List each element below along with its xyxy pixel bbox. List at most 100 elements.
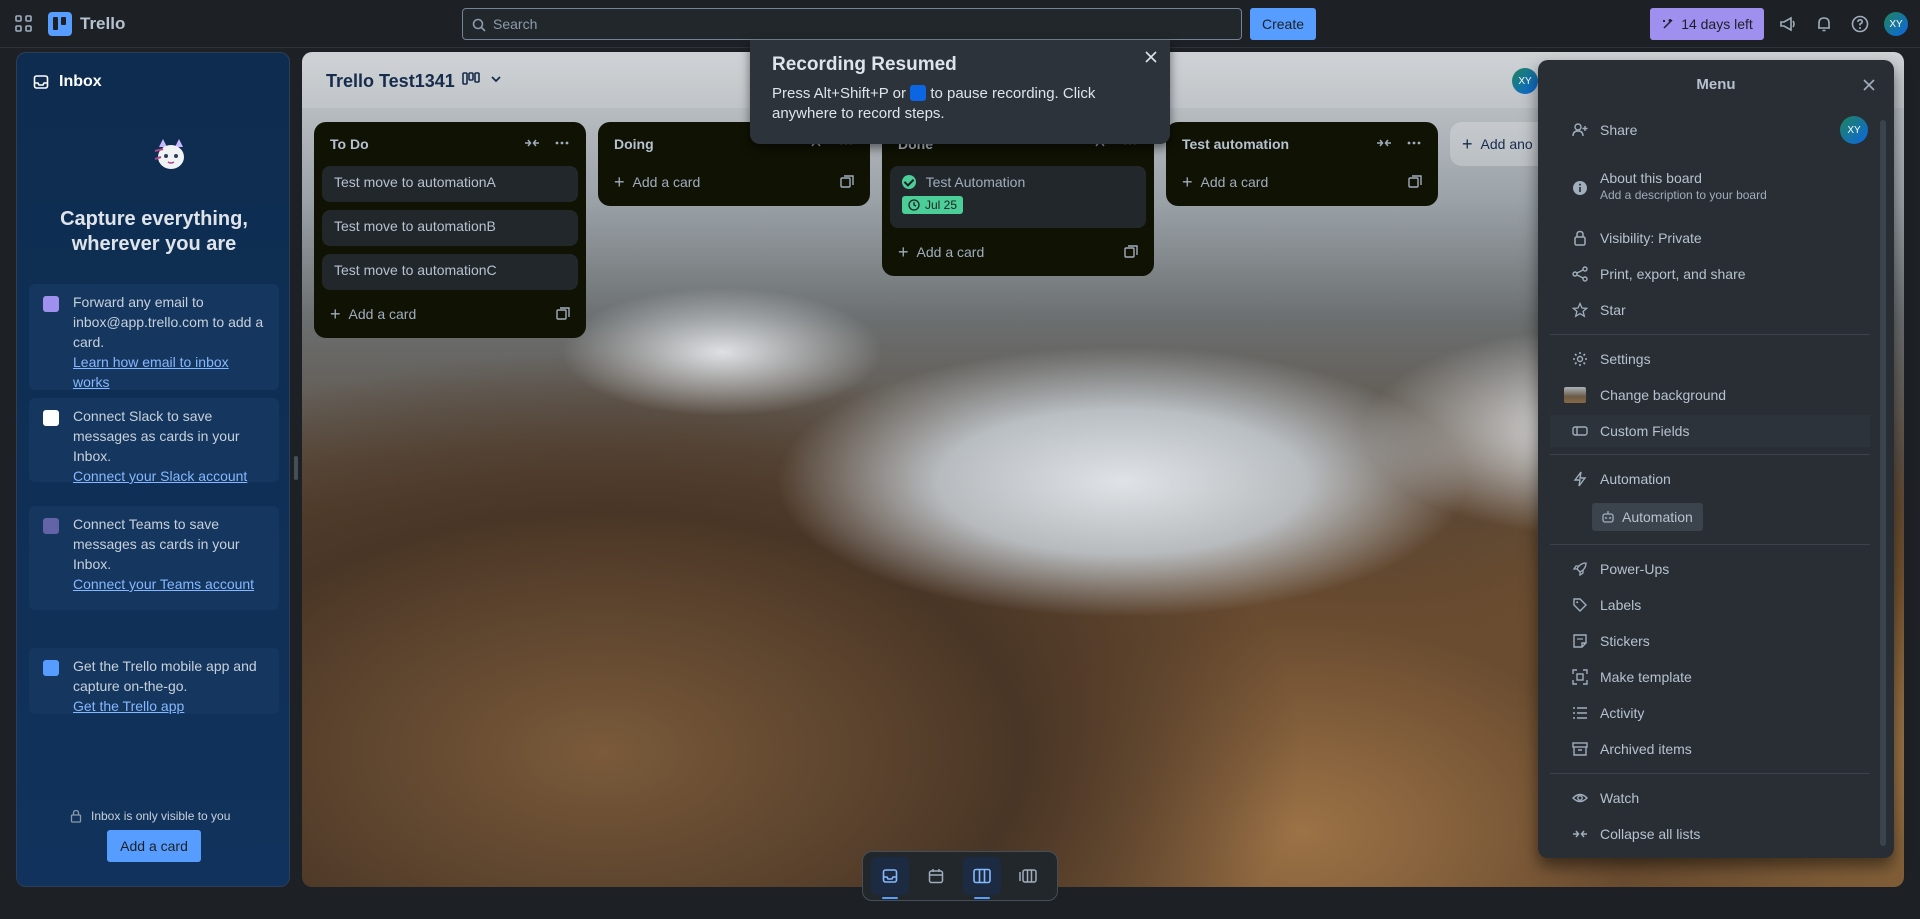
- menu-share[interactable]: Share: [1550, 114, 1870, 146]
- connect-slack-link[interactable]: Connect your Slack account: [73, 466, 269, 486]
- search-placeholder: Search: [493, 16, 538, 32]
- create-from-template-icon[interactable]: [556, 307, 570, 321]
- menu-change-background[interactable]: Change background: [1550, 379, 1870, 411]
- create-from-template-icon[interactable]: [1408, 175, 1422, 189]
- board-member-avatar[interactable]: XY: [1512, 68, 1538, 94]
- inbox-card-text: Connect Teams to save messages as cards …: [73, 516, 240, 572]
- menu-watch[interactable]: Watch: [1550, 782, 1870, 814]
- menu-member-avatar[interactable]: XY: [1840, 116, 1868, 144]
- lock-icon: [1574, 230, 1586, 246]
- collapse-list-icon[interactable]: [524, 135, 540, 151]
- add-card-button[interactable]: + Add a card: [890, 236, 1146, 268]
- custom-fields-icon: [1572, 426, 1588, 436]
- list-more-icon[interactable]: [554, 135, 570, 151]
- plus-icon: +: [1182, 172, 1193, 192]
- search-input[interactable]: Search: [462, 8, 1242, 40]
- sparkle-icon: [1663, 19, 1673, 29]
- add-card-button[interactable]: + Add a card: [322, 298, 578, 330]
- learn-email-link[interactable]: Learn how email to inbox works: [73, 352, 269, 392]
- list-done: Done Test Automation Jul 25 + Add a card: [882, 122, 1154, 276]
- completed-check-icon[interactable]: [902, 175, 916, 189]
- menu-visibility[interactable]: Visibility: Private: [1550, 222, 1870, 254]
- list-title[interactable]: Doing: [614, 136, 654, 152]
- switch-boards-icon: [1019, 869, 1037, 883]
- board-view-switcher[interactable]: [462, 72, 502, 86]
- menu-archived-items[interactable]: Archived items: [1550, 733, 1870, 765]
- inbox-privacy-note: Inbox is only visible to you: [69, 809, 230, 823]
- bottom-view-switcher: [862, 851, 1058, 901]
- rocket-icon: [1572, 562, 1587, 577]
- menu-automation[interactable]: Automation: [1550, 463, 1870, 495]
- notifications-bell-icon[interactable]: [1814, 14, 1834, 34]
- menu-make-template[interactable]: Make template: [1550, 661, 1870, 693]
- help-icon[interactable]: [1850, 14, 1870, 34]
- calendar-icon: [928, 869, 944, 884]
- inbox-add-card-button[interactable]: Add a card: [107, 830, 201, 862]
- planner-toggle-button[interactable]: [917, 857, 955, 895]
- card[interactable]: Test move to automationC: [322, 254, 578, 290]
- create-from-template-icon[interactable]: [1124, 245, 1138, 259]
- card[interactable]: Test move to automationA: [322, 166, 578, 202]
- search-icon: [472, 18, 486, 32]
- board-title[interactable]: Trello Test1341: [326, 71, 455, 92]
- menu-stickers[interactable]: Stickers: [1550, 625, 1870, 657]
- plus-icon: +: [330, 304, 341, 324]
- app-name: Trello: [80, 14, 126, 33]
- menu-labels[interactable]: Labels: [1550, 589, 1870, 621]
- get-app-link[interactable]: Get the Trello app: [73, 696, 269, 716]
- menu-scrollbar[interactable]: [1880, 120, 1886, 846]
- trello-logo[interactable]: Trello: [48, 12, 125, 36]
- board-toggle-button[interactable]: [963, 857, 1001, 899]
- menu-power-ups[interactable]: Power-Ups: [1550, 553, 1870, 585]
- menu-collapse-all-lists[interactable]: Collapse all lists: [1550, 818, 1870, 850]
- automation-button[interactable]: Automation: [1592, 503, 1703, 531]
- list-title[interactable]: Test automation: [1182, 136, 1289, 152]
- connect-teams-link[interactable]: Connect your Teams account: [73, 574, 269, 594]
- plus-icon: +: [614, 172, 625, 192]
- due-date-badge[interactable]: Jul 25: [902, 196, 964, 214]
- trial-label: 14 days left: [1681, 16, 1753, 32]
- app-switcher-icon[interactable]: [14, 14, 34, 34]
- board-menu-panel: Menu Share XY About this board Add a des…: [1538, 60, 1894, 858]
- inbox-card-text: Forward any email to inbox@app.trello.co…: [73, 294, 264, 350]
- menu-custom-fields[interactable]: Custom Fields: [1550, 415, 1870, 447]
- user-avatar[interactable]: XY: [1884, 12, 1908, 36]
- inbox-toggle-button[interactable]: [871, 857, 909, 899]
- inbox-resize-handle[interactable]: [294, 456, 298, 480]
- add-card-button[interactable]: + Add a card: [606, 166, 862, 198]
- menu-about-board[interactable]: About this board Add a description to yo…: [1550, 166, 1870, 210]
- email-icon: [43, 296, 59, 312]
- inbox-mascot-icon: [154, 139, 184, 169]
- close-icon[interactable]: [1862, 78, 1876, 92]
- card-title: Test Automation: [925, 174, 1026, 190]
- inbox-teams-card: Connect Teams to save messages as cards …: [29, 506, 279, 610]
- close-icon[interactable]: [1144, 50, 1158, 64]
- completed-card[interactable]: Test Automation Jul 25: [890, 166, 1146, 228]
- inbox-title: Inbox: [59, 73, 102, 90]
- sticker-icon: [1573, 634, 1587, 648]
- create-from-template-icon[interactable]: [840, 175, 854, 189]
- create-button[interactable]: Create: [1250, 8, 1317, 40]
- card[interactable]: Test move to automationB: [322, 210, 578, 246]
- menu-print-export[interactable]: Print, export, and share: [1550, 258, 1870, 290]
- menu-star[interactable]: Star: [1550, 294, 1870, 326]
- plus-icon: +: [1462, 133, 1473, 154]
- recording-toast[interactable]: Recording Resumed Press Alt+Shift+P or t…: [750, 40, 1170, 144]
- trial-button[interactable]: 14 days left: [1650, 8, 1764, 40]
- inbox-panel: Inbox Capture everything, wherever you a…: [16, 52, 290, 887]
- menu-activity[interactable]: Activity: [1550, 697, 1870, 729]
- plus-icon: +: [898, 242, 909, 262]
- megaphone-icon[interactable]: [1778, 14, 1798, 34]
- lock-icon: [70, 809, 82, 823]
- collapse-list-icon[interactable]: [1376, 135, 1392, 151]
- menu-settings[interactable]: Settings: [1550, 343, 1870, 375]
- switch-boards-button[interactable]: [1009, 857, 1047, 895]
- list-title[interactable]: To Do: [330, 136, 369, 152]
- board-icon: [973, 868, 991, 884]
- list-more-icon[interactable]: [1406, 135, 1422, 151]
- archive-icon: [1572, 742, 1588, 756]
- toast-body: Press Alt+Shift+P or to pause recording.…: [772, 85, 1096, 122]
- list-to-do: To Do Test move to automationA Test move…: [314, 122, 586, 338]
- trello-logo-icon: [48, 12, 72, 36]
- add-card-button[interactable]: + Add a card: [1174, 166, 1430, 198]
